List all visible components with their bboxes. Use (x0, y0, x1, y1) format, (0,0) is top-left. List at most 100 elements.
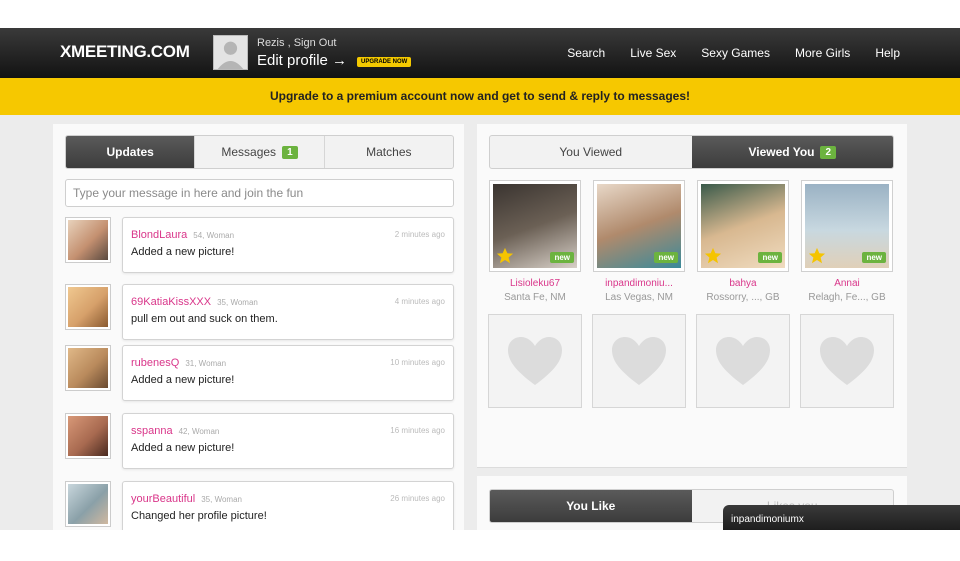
nav-live-sex[interactable]: Live Sex (630, 46, 676, 60)
nav-more-girls[interactable]: More Girls (795, 46, 850, 60)
user-meta: 54, Woman (193, 231, 235, 240)
chat-window-bar[interactable]: inpandimoniumx (723, 505, 960, 530)
tab-matches[interactable]: Matches (325, 136, 453, 168)
feed-username[interactable]: BlondLaura 54, Woman (131, 229, 234, 241)
profile-location: Santa Fe, NM (504, 292, 566, 303)
username-text: yourBeautiful (131, 493, 196, 505)
profile-location: Relagh, Fe..., GB (808, 292, 886, 303)
feed-card: sspanna 42, Woman 16 minutes ago Added a … (122, 413, 454, 469)
profile-photo (68, 416, 108, 456)
user-meta: 31, Woman (185, 359, 227, 368)
profile-photo: new (701, 184, 785, 268)
username-text: 69KatiaKissXXX (131, 296, 212, 308)
profile-photo (68, 348, 108, 388)
tab-viewed-you[interactable]: Viewed You 2 (691, 136, 893, 168)
empty-slot (696, 314, 790, 408)
feed-time: 26 minutes ago (390, 494, 445, 503)
feed-message: Added a new picture! (131, 442, 235, 454)
nav-search[interactable]: Search (567, 46, 605, 60)
chat-username: inpandimoniumx (731, 514, 804, 525)
star-icon (704, 247, 722, 264)
profile-name[interactable]: Lisioleku67 (483, 278, 587, 289)
tab-label: Updates (106, 145, 154, 159)
tab-label: Matches (366, 145, 412, 159)
feed-avatar[interactable] (65, 481, 111, 527)
new-badge: new (862, 252, 886, 263)
updates-panel: Updates Messages 1 Matches BlondLaura 54, … (53, 124, 464, 530)
new-badge: new (550, 252, 574, 263)
feed-message: Changed her profile picture! (131, 510, 267, 522)
feed-time: 4 minutes ago (394, 297, 445, 306)
app-frame: XMEETING.COM Rezis , Sign Out Edit profi… (0, 28, 960, 530)
edit-profile-link[interactable]: Edit profile → (257, 52, 347, 69)
profile-photo: new (805, 184, 889, 268)
new-badge: new (654, 252, 678, 263)
feed-time: 16 minutes ago (390, 426, 445, 435)
feed-username[interactable]: 69KatiaKissXXX 35, Woman (131, 296, 258, 308)
feed-item: yourBeautiful 35, Woman 26 minutes ago Ch… (65, 481, 454, 530)
feed-avatar[interactable] (65, 284, 111, 330)
feed-username[interactable]: yourBeautiful 35, Woman (131, 493, 242, 505)
heart-icon (612, 337, 666, 385)
feed-item: BlondLaura 54, Woman 2 minutes ago Added … (65, 217, 454, 273)
message-input[interactable] (65, 179, 454, 207)
feed-item: sspanna 42, Woman 16 minutes ago Added a … (65, 413, 454, 469)
feed-username[interactable]: sspanna 42, Woman (131, 425, 219, 437)
viewers-panel: You Viewed Viewed You 2 new Lisioleku67 S… (477, 124, 907, 468)
top-bar: XMEETING.COM Rezis , Sign Out Edit profi… (0, 28, 960, 78)
nav-sexy-games[interactable]: Sexy Games (701, 46, 770, 60)
username-text: sspanna (131, 425, 173, 437)
profile-card[interactable]: new (801, 180, 893, 272)
nav-help[interactable]: Help (875, 46, 900, 60)
messages-count-badge: 1 (282, 145, 298, 159)
profile-card[interactable]: new (489, 180, 581, 272)
feed-avatar[interactable] (65, 345, 111, 391)
feed-time: 10 minutes ago (390, 358, 445, 367)
upgrade-now-button[interactable]: UPGRADE NOW (357, 57, 412, 67)
premium-promo-banner[interactable]: Upgrade to a premium account now and get… (0, 78, 960, 115)
profile-location: Rossorry, ..., GB (706, 292, 780, 303)
user-avatar[interactable] (213, 35, 248, 70)
username-text: rubenesQ (131, 357, 180, 369)
username-link[interactable]: Rezis (257, 37, 285, 49)
new-badge: new (758, 252, 782, 263)
tab-messages[interactable]: Messages 1 (195, 136, 325, 168)
feed-card: BlondLaura 54, Woman 2 minutes ago Added … (122, 217, 454, 273)
heart-icon (716, 337, 770, 385)
feed-card: rubenesQ 31, Woman 10 minutes ago Added a… (122, 345, 454, 401)
feed-avatar[interactable] (65, 217, 111, 263)
default-avatar-icon (214, 36, 247, 69)
profile-photo: new (493, 184, 577, 268)
site-logo[interactable]: XMEETING.COM (60, 42, 190, 62)
tab-label: You Like (566, 499, 616, 513)
tab-you-viewed[interactable]: You Viewed (490, 136, 692, 168)
star-icon (496, 247, 514, 264)
feed-avatar[interactable] (65, 413, 111, 459)
star-icon (808, 247, 826, 264)
heart-icon (820, 337, 874, 385)
empty-slot (592, 314, 686, 408)
tab-label: You Viewed (559, 145, 623, 159)
username-text: BlondLaura (131, 229, 188, 241)
user-line: Rezis , Sign Out (257, 37, 337, 49)
profile-photo (68, 220, 108, 260)
profile-card[interactable]: new (593, 180, 685, 272)
empty-slot (800, 314, 894, 408)
profile-card[interactable]: new (697, 180, 789, 272)
feed-username[interactable]: rubenesQ 31, Woman (131, 357, 226, 369)
user-meta: 42, Woman (178, 427, 220, 436)
feed-message: pull em out and suck on them. (131, 313, 278, 325)
sign-out-link[interactable]: Sign Out (294, 37, 337, 49)
tab-label: Viewed You (748, 145, 815, 159)
feed-message: Added a new picture! (131, 374, 235, 386)
feed-message: Added a new picture! (131, 246, 235, 258)
profile-name[interactable]: bahya (691, 278, 795, 289)
tab-updates[interactable]: Updates (66, 136, 196, 168)
feed-tabs: Updates Messages 1 Matches (65, 135, 454, 169)
tab-you-like[interactable]: You Like (490, 490, 692, 522)
user-meta: 35, Woman (217, 298, 258, 307)
profile-photo (68, 484, 108, 524)
main-nav: Search Live Sex Sexy Games More Girls He… (567, 46, 900, 60)
profile-name[interactable]: inpandimoniu... (587, 278, 691, 289)
profile-name[interactable]: Annai (795, 278, 899, 289)
